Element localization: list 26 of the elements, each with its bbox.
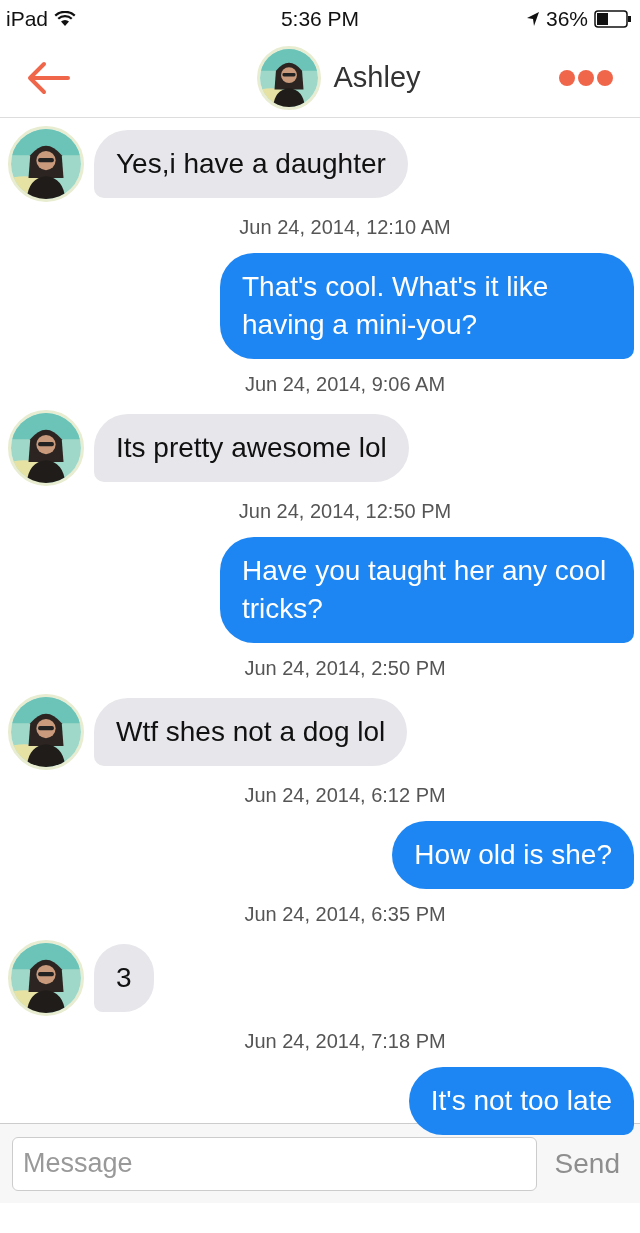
message-timestamp: Jun 24, 2014, 12:10 AM <box>238 216 452 239</box>
sent-message-bubble: Have you taught her any cool tricks? <box>220 537 634 643</box>
wifi-icon <box>54 11 77 27</box>
contact-name: Ashley <box>333 61 421 94</box>
clock-time: 5:36 PM <box>280 7 360 31</box>
received-message-bubble: Wtf shes not a dog lol <box>94 698 408 766</box>
send-button[interactable]: Send <box>546 1147 628 1180</box>
message-timestamp: Jun 24, 2014, 7:18 PM <box>243 1030 447 1053</box>
more-options-icon[interactable] <box>558 68 614 87</box>
message-timestamp: Jun 24, 2014, 2:50 PM <box>243 657 447 680</box>
sent-message-bubble: That's cool. What's it like having a mini-you? <box>220 253 634 359</box>
received-message-bubble: Its pretty awesome lol <box>94 414 409 482</box>
message-timestamp: Jun 24, 2014, 12:50 PM <box>237 500 453 523</box>
battery-percentage: 36% <box>545 7 588 31</box>
sent-message-bubble: How old is she? <box>392 821 634 889</box>
message-input-field[interactable]: Message <box>12 1136 537 1191</box>
sent-message-bubble: It's not too late <box>408 1067 634 1135</box>
device-name: iPad <box>6 7 49 31</box>
message-timestamp: Jun 24, 2014, 9:06 AM <box>243 373 447 396</box>
received-message-bubble: 3 <box>94 944 154 1012</box>
back-arrow-icon[interactable] <box>26 60 70 95</box>
received-message-bubble: Yes,i have a daughter <box>94 130 408 198</box>
location-arrow-icon <box>525 11 540 27</box>
message-timestamp: Jun 24, 2014, 6:35 PM <box>243 903 447 926</box>
battery-icon <box>594 10 632 28</box>
message-timestamp: Jun 24, 2014, 6:12 PM <box>243 784 447 807</box>
